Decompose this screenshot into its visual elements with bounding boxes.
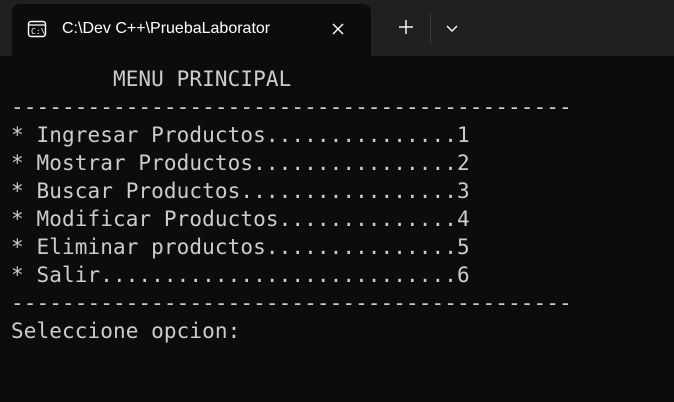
menu-option-line: * Salir............................6 [11,263,470,287]
terminal-tab[interactable]: C:\ C:\Dev C++\PruebaLaborator [12,4,371,56]
title-bar: C:\ C:\Dev C++\PruebaLaborator [0,0,674,56]
menu-option-line: * Ingresar Productos...............1 [11,123,470,147]
input-prompt-line: Seleccione opcion: [11,319,241,343]
separator-line: ----------------------------------------… [11,291,572,315]
terminal-icon: C:\ [27,19,47,39]
plus-icon [398,19,414,39]
new-tab-button[interactable] [392,15,420,43]
menu-option-line: * Modificar Productos..............4 [11,207,470,231]
terminal-output[interactable]: MENU PRINCIPAL --------------------------… [0,56,674,402]
menu-option-line: * Buscar Productos.................3 [11,179,470,203]
chevron-down-icon [445,20,459,39]
close-icon[interactable] [328,19,348,39]
tab-dropdown-button[interactable] [438,15,466,43]
terminal-text: MENU PRINCIPAL --------------------------… [11,65,572,345]
menu-title-line: MENU PRINCIPAL [11,67,292,91]
tab-title: C:\Dev C++\PruebaLaborator [62,20,271,37]
tabbar-divider [430,14,431,44]
svg-text:C:\: C:\ [31,27,46,36]
menu-option-line: * Eliminar productos...............5 [11,235,470,259]
menu-option-line: * Mostrar Productos................2 [11,151,470,175]
separator-line: ----------------------------------------… [11,95,572,119]
